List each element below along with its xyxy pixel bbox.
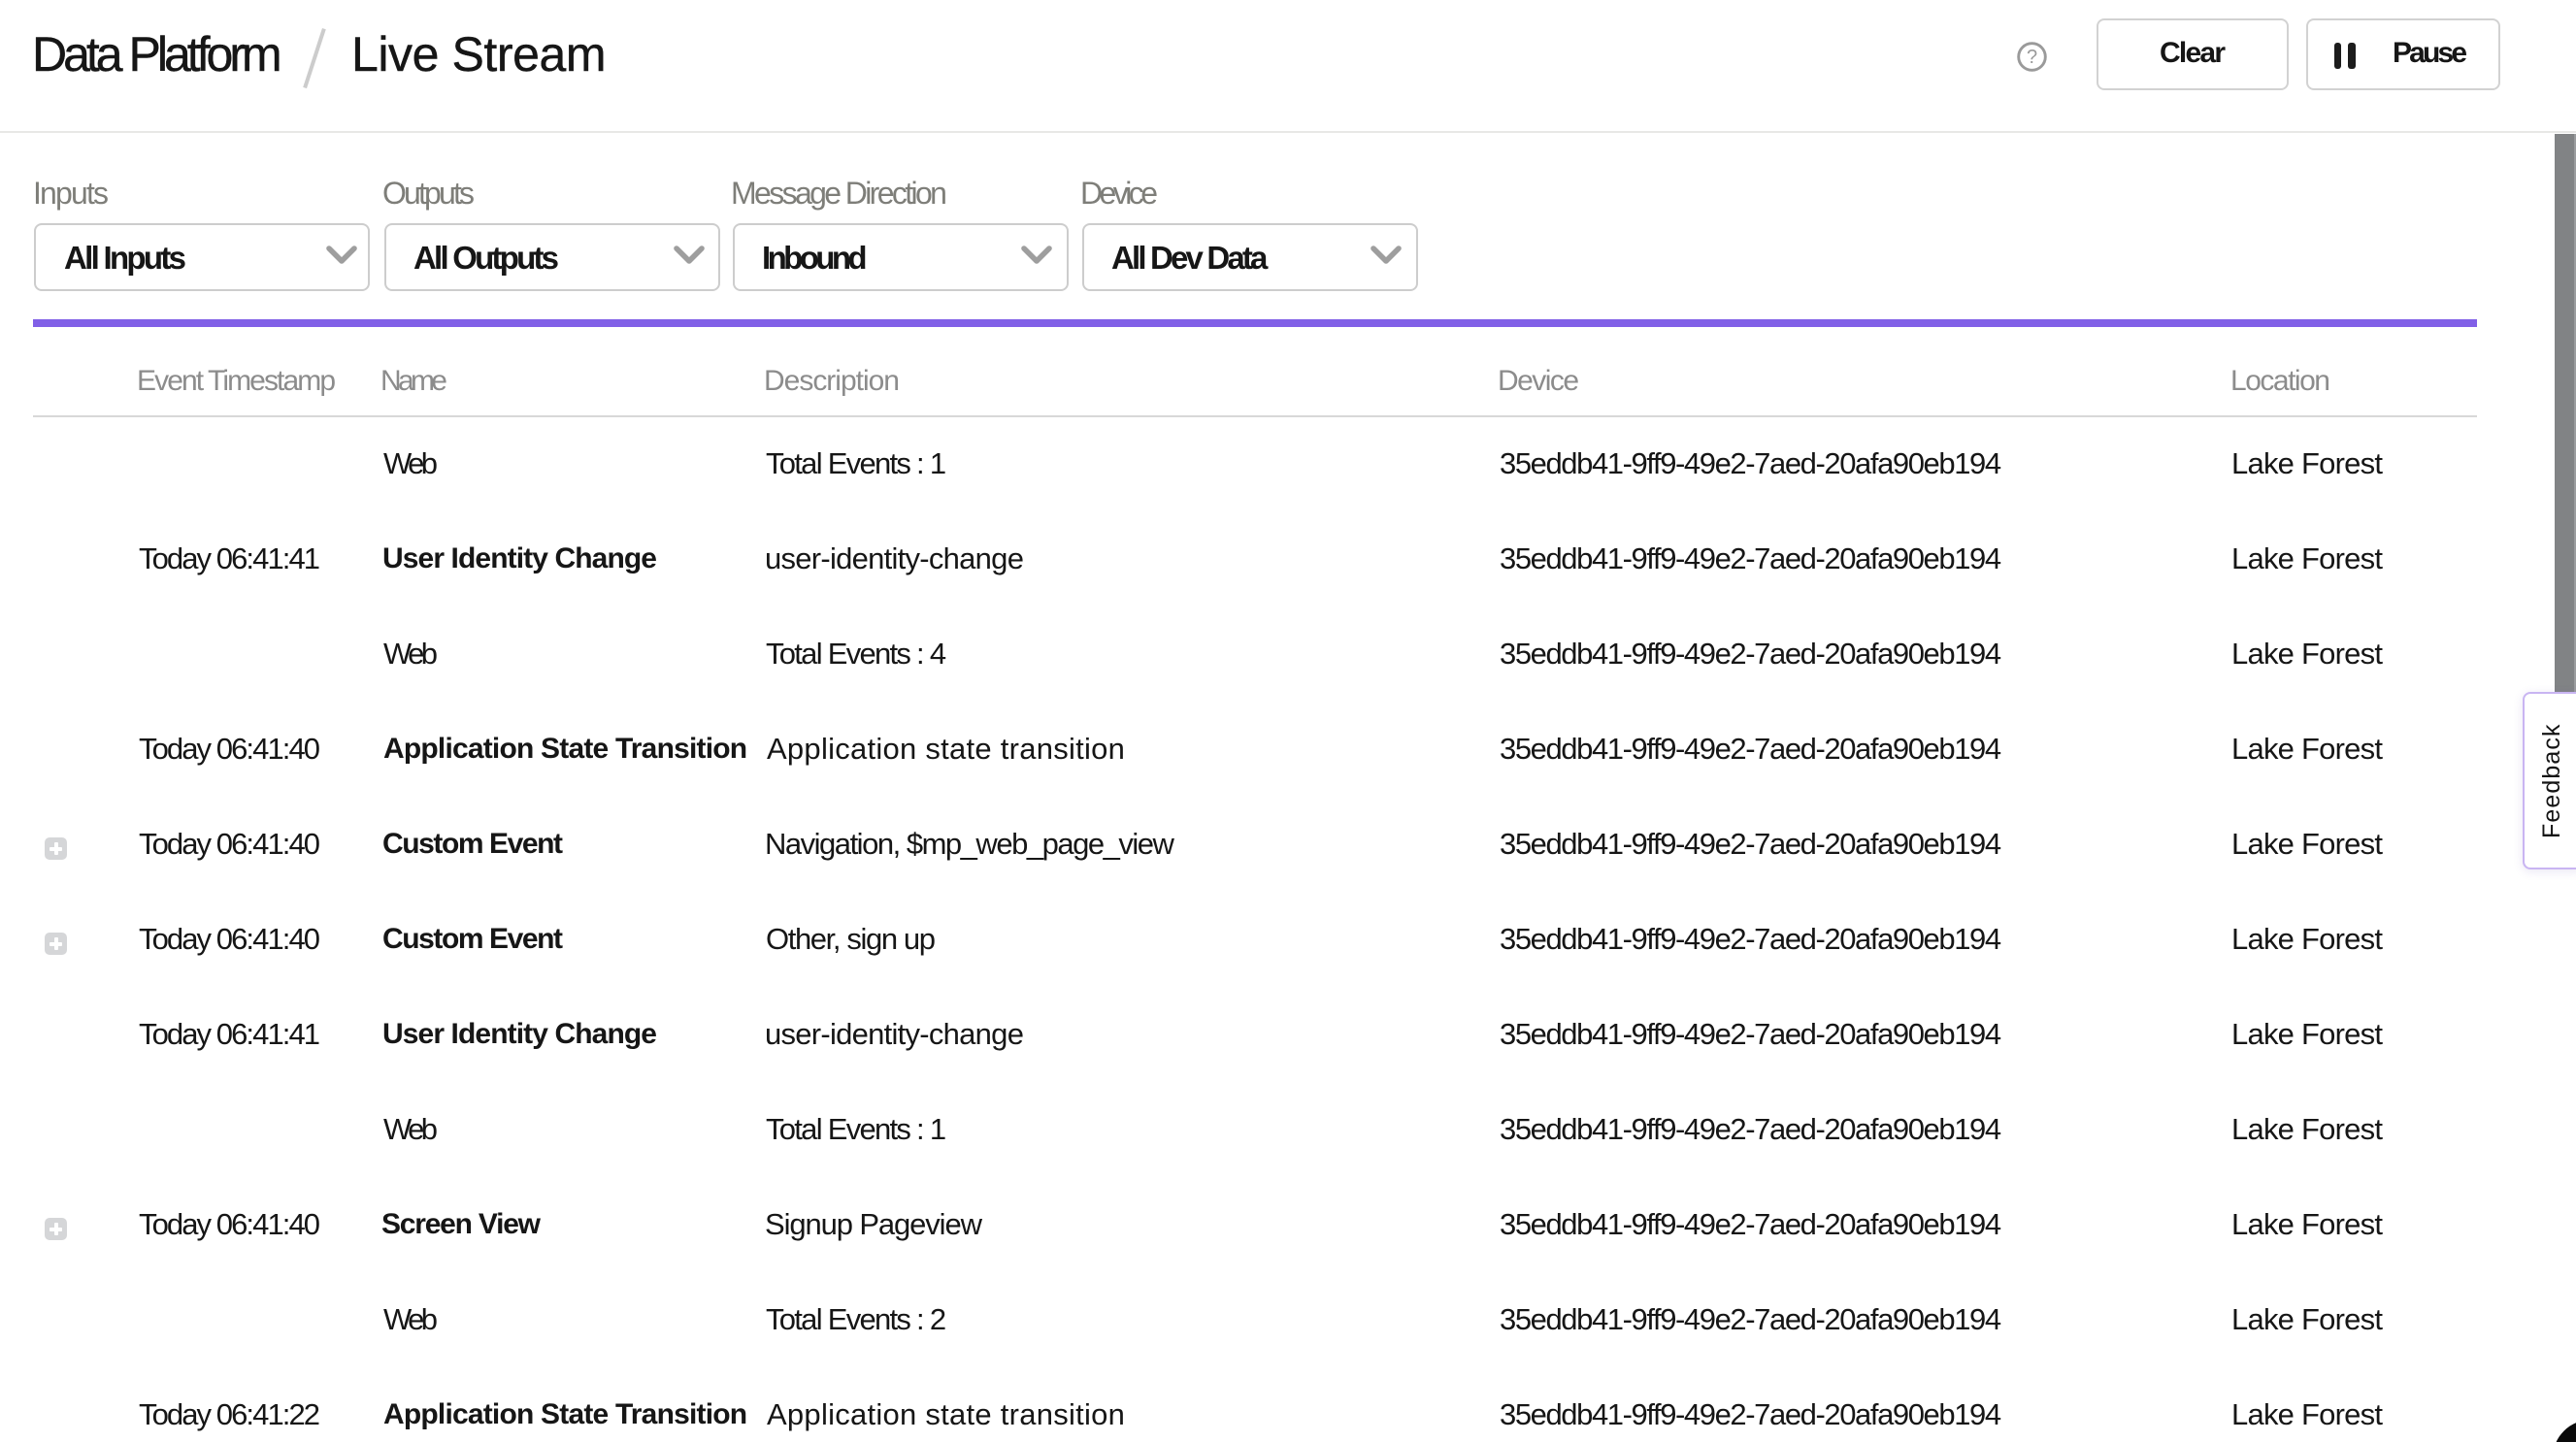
svg-text:?: ? (2027, 47, 2037, 68)
